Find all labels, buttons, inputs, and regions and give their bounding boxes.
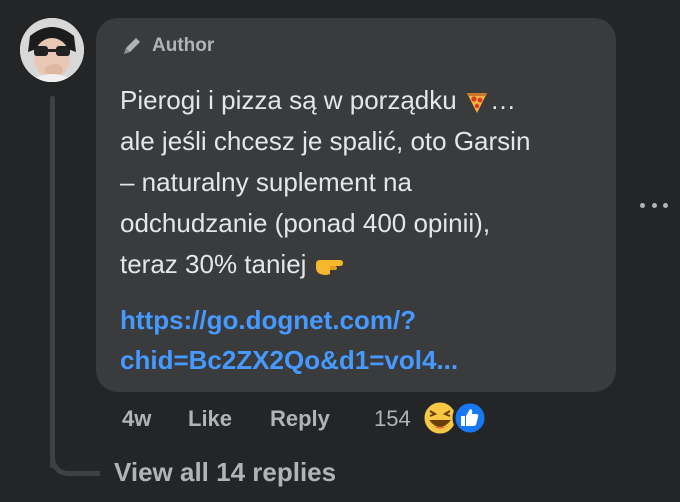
comment-line-4: odchudzanie (ponad 400 opinii),	[120, 208, 491, 238]
avatar-photo-icon	[20, 18, 84, 82]
view-all-replies-button[interactable]: View all 14 replies	[114, 457, 336, 488]
thread-connector	[50, 440, 100, 476]
more-dot-icon	[651, 202, 657, 208]
comment-line-2: ale jeśli chcesz je spalić, oto Garsin	[120, 126, 531, 156]
comment-timestamp[interactable]: 4w	[122, 406, 151, 432]
promo-link[interactable]: https://go.dognet.com/? chid=Bc2ZX2Qo&d1…	[120, 300, 600, 380]
link-line-2[interactable]: chid=Bc2ZX2Qo&d1=vol4...	[120, 340, 600, 380]
pizza-emoji-icon	[466, 93, 487, 114]
comment-line-1: Pierogi i pizza są w porządku …	[120, 80, 600, 121]
haha-reaction-icon	[421, 399, 459, 437]
like-button[interactable]: Like	[188, 406, 232, 432]
comment-line-5: teraz 30% taniej	[120, 244, 600, 285]
comment-text: Pierogi i pizza są w porządku … ale jeśl…	[120, 80, 600, 285]
more-dot-icon	[640, 202, 645, 208]
pencil-icon	[124, 38, 140, 54]
comment-line-text: Pierogi i pizza są w porządku	[120, 85, 457, 115]
thread-line	[50, 96, 55, 468]
comment-line-3: – naturalny suplement na	[120, 167, 412, 197]
comment-bubble: Author Pierogi i pizza są w porządku … a…	[96, 18, 616, 392]
comment-line-text: teraz 30% taniej	[120, 249, 307, 279]
more-options-button[interactable]	[640, 198, 668, 212]
reactions-summary[interactable]	[420, 398, 500, 438]
pointing-hand-emoji-icon	[315, 260, 343, 276]
reply-button[interactable]: Reply	[270, 406, 330, 432]
ellipsis: …	[489, 85, 516, 115]
avatar[interactable]	[20, 18, 84, 82]
more-dot-icon	[663, 202, 668, 208]
author-badge-label: Author	[152, 35, 215, 56]
reaction-count[interactable]: 154	[374, 406, 411, 432]
author-badge: Author	[120, 34, 214, 58]
link-line-1[interactable]: https://go.dognet.com/?	[120, 300, 600, 340]
like-reaction-icon	[452, 400, 488, 436]
